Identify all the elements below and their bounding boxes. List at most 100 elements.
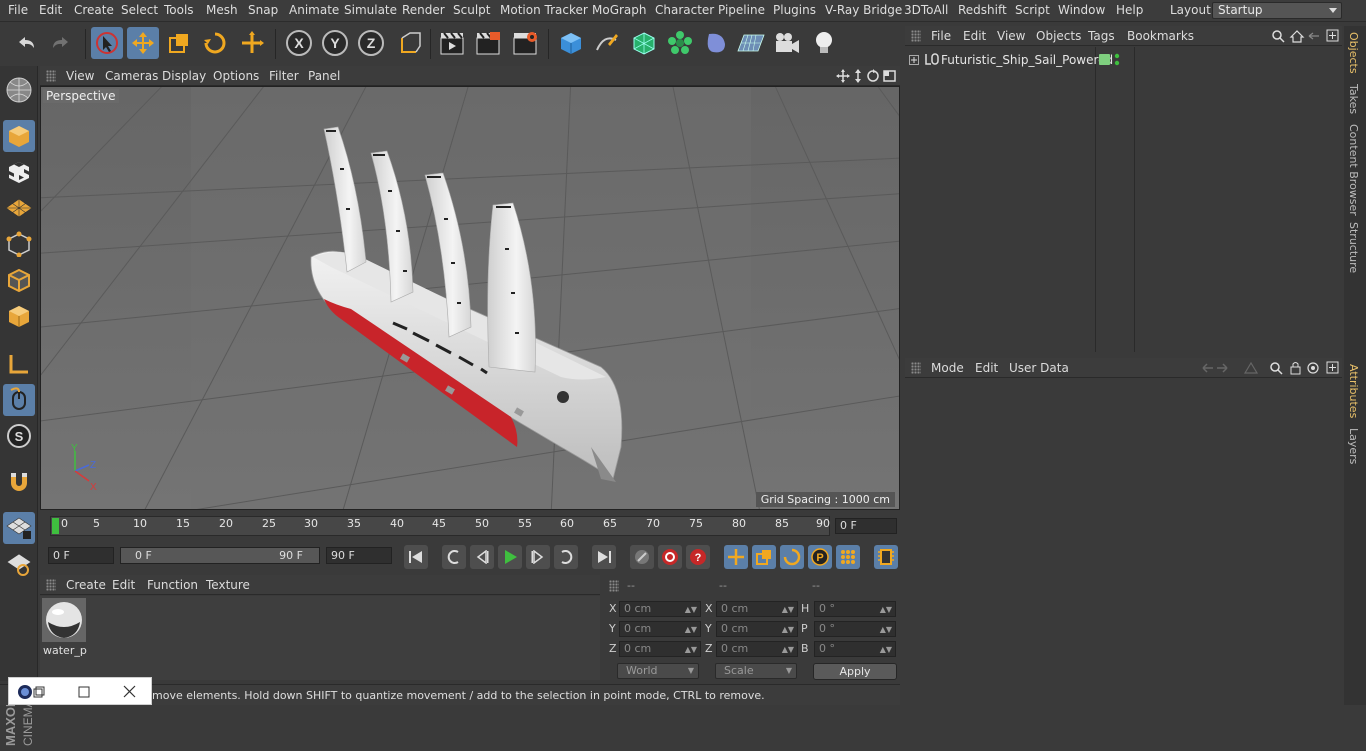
render-picture-viewer-icon[interactable]: [472, 27, 504, 59]
coord-size-dropdown[interactable]: Scale ▼: [715, 663, 797, 679]
coord-size-x-field[interactable]: 0 cm ▲▼: [716, 601, 798, 617]
attribute-menu-user-data[interactable]: User Data: [1009, 361, 1069, 375]
playhead[interactable]: [52, 518, 59, 534]
current-frame-field[interactable]: 0 F: [835, 518, 897, 534]
viewport-menu-cameras[interactable]: Cameras: [105, 69, 158, 83]
next-key-icon[interactable]: [554, 545, 578, 569]
transform-icon[interactable]: [236, 27, 268, 59]
material-menu-edit[interactable]: Edit: [112, 578, 135, 592]
tab-layers[interactable]: Layers: [1347, 428, 1360, 464]
axis-mode-icon[interactable]: [3, 348, 35, 380]
previous-key-icon[interactable]: [442, 545, 466, 569]
keyframe-selection-icon[interactable]: ?: [686, 545, 710, 569]
object-menu-bookmarks[interactable]: Bookmarks: [1127, 29, 1194, 43]
workplane-icon[interactable]: [3, 192, 35, 224]
go-to-start-icon[interactable]: [404, 545, 428, 569]
tab-structure[interactable]: Structure: [1347, 222, 1360, 273]
perspective-viewport[interactable]: Y Z X Perspective Grid Spacing : 1000 cm: [40, 86, 900, 510]
material-swatch[interactable]: water_p: [42, 598, 87, 657]
menu-mesh[interactable]: Mesh: [206, 3, 238, 17]
move-icon[interactable]: [127, 27, 159, 59]
cloner-icon[interactable]: [664, 27, 696, 59]
edit-render-settings-icon[interactable]: [509, 27, 541, 59]
next-frame-icon[interactable]: [526, 545, 550, 569]
material-menu-texture[interactable]: Texture: [206, 578, 250, 592]
object-manager-tool-icons[interactable]: [1271, 29, 1339, 43]
go-to-end-icon[interactable]: [592, 545, 616, 569]
preview-range-slider[interactable]: 0 F 90 F: [120, 547, 320, 564]
menu-select[interactable]: Select: [121, 3, 158, 17]
menu-character[interactable]: Character: [655, 3, 714, 17]
make-editable-icon[interactable]: [3, 74, 35, 106]
object-menu-view[interactable]: View: [997, 29, 1025, 43]
x-axis-icon[interactable]: X: [283, 27, 315, 59]
coord-pos-y-field[interactable]: 0 cm ▲▼: [619, 621, 701, 637]
key-scale-icon[interactable]: [752, 545, 776, 569]
tab-takes[interactable]: Takes: [1347, 84, 1360, 114]
play-icon[interactable]: [498, 545, 522, 569]
viewport-menu-options[interactable]: Options: [213, 69, 259, 83]
snap-magnet-icon[interactable]: [3, 466, 35, 498]
workplane-lock-icon[interactable]: [3, 512, 35, 544]
end-frame-field[interactable]: 90 F: [326, 547, 392, 564]
viewport-menu-display[interactable]: Display: [162, 69, 206, 83]
layout-dropdown[interactable]: Startup: [1212, 2, 1342, 19]
panel-grip-icon[interactable]: [46, 70, 56, 82]
menu-create[interactable]: Create: [74, 3, 114, 17]
menu-window[interactable]: Window: [1058, 3, 1105, 17]
key-rotation-icon[interactable]: [780, 545, 804, 569]
menu-snap[interactable]: Snap: [248, 3, 278, 17]
menu-motion-tracker[interactable]: Motion Tracker: [500, 3, 588, 17]
menu-tools[interactable]: Tools: [164, 3, 194, 17]
menu-animate[interactable]: Animate: [289, 3, 339, 17]
object-menu-objects[interactable]: Objects: [1036, 29, 1081, 43]
visibility-toggle-icon[interactable]: [1099, 54, 1110, 65]
coord-size-y-field[interactable]: 0 cm ▲▼: [716, 621, 798, 637]
previous-frame-icon[interactable]: [470, 545, 494, 569]
tab-attributes[interactable]: Attributes: [1347, 364, 1360, 418]
viewport-menu-view[interactable]: View: [66, 69, 94, 83]
record-keys-icon[interactable]: [630, 545, 654, 569]
scale-icon[interactable]: [163, 27, 195, 59]
light-icon[interactable]: [808, 27, 840, 59]
tab-content-browser[interactable]: Content Browser: [1347, 124, 1360, 216]
coord-pos-z-field[interactable]: 0 cm ▲▼: [619, 641, 701, 657]
texture-mode-icon[interactable]: [3, 156, 35, 188]
apply-button[interactable]: Apply: [813, 663, 897, 680]
redo-icon[interactable]: [45, 27, 77, 59]
close-icon[interactable]: [123, 685, 136, 698]
restore-icon[interactable]: [33, 686, 45, 698]
expand-icon[interactable]: [909, 55, 919, 65]
menu-edit[interactable]: Edit: [39, 3, 62, 17]
maximize-icon[interactable]: [78, 686, 90, 698]
menu-simulate[interactable]: Simulate: [344, 3, 397, 17]
rotate-icon[interactable]: [199, 27, 231, 59]
menu-help[interactable]: Help: [1116, 3, 1143, 17]
object-menu-edit[interactable]: Edit: [963, 29, 986, 43]
undo-icon[interactable]: [10, 27, 42, 59]
panel-grip-icon[interactable]: [609, 580, 619, 592]
viewport-menu-panel[interactable]: Panel: [308, 69, 340, 83]
panel-grip-icon[interactable]: [911, 30, 921, 42]
viewport-navigation-icons[interactable]: [836, 69, 898, 83]
subdivision-icon[interactable]: [628, 27, 660, 59]
auto-keying-icon[interactable]: [658, 545, 682, 569]
coord-size-z-field[interactable]: 0 cm ▲▼: [716, 641, 798, 657]
camera-icon[interactable]: [771, 27, 803, 59]
cube-primitive-icon[interactable]: [555, 27, 587, 59]
key-point-level-icon[interactable]: [836, 545, 860, 569]
key-position-icon[interactable]: [724, 545, 748, 569]
material-menu-create[interactable]: Create: [66, 578, 106, 592]
viewport-menu-filter[interactable]: Filter: [269, 69, 299, 83]
start-frame-field[interactable]: 0 F: [48, 547, 114, 564]
panel-grip-icon[interactable]: [911, 362, 921, 374]
edges-mode-icon[interactable]: [3, 264, 35, 296]
menu-pipeline[interactable]: Pipeline: [718, 3, 765, 17]
coord-rot-p-field[interactable]: 0 ° ▲▼: [814, 621, 896, 637]
key-parameter-icon[interactable]: P: [808, 545, 832, 569]
panel-grip-icon[interactable]: [46, 579, 56, 591]
menu-redshift[interactable]: Redshift: [958, 3, 1007, 17]
model-mode-icon[interactable]: [3, 120, 35, 152]
object-menu-tags[interactable]: Tags: [1088, 29, 1115, 43]
attribute-menu-mode[interactable]: Mode: [931, 361, 964, 375]
